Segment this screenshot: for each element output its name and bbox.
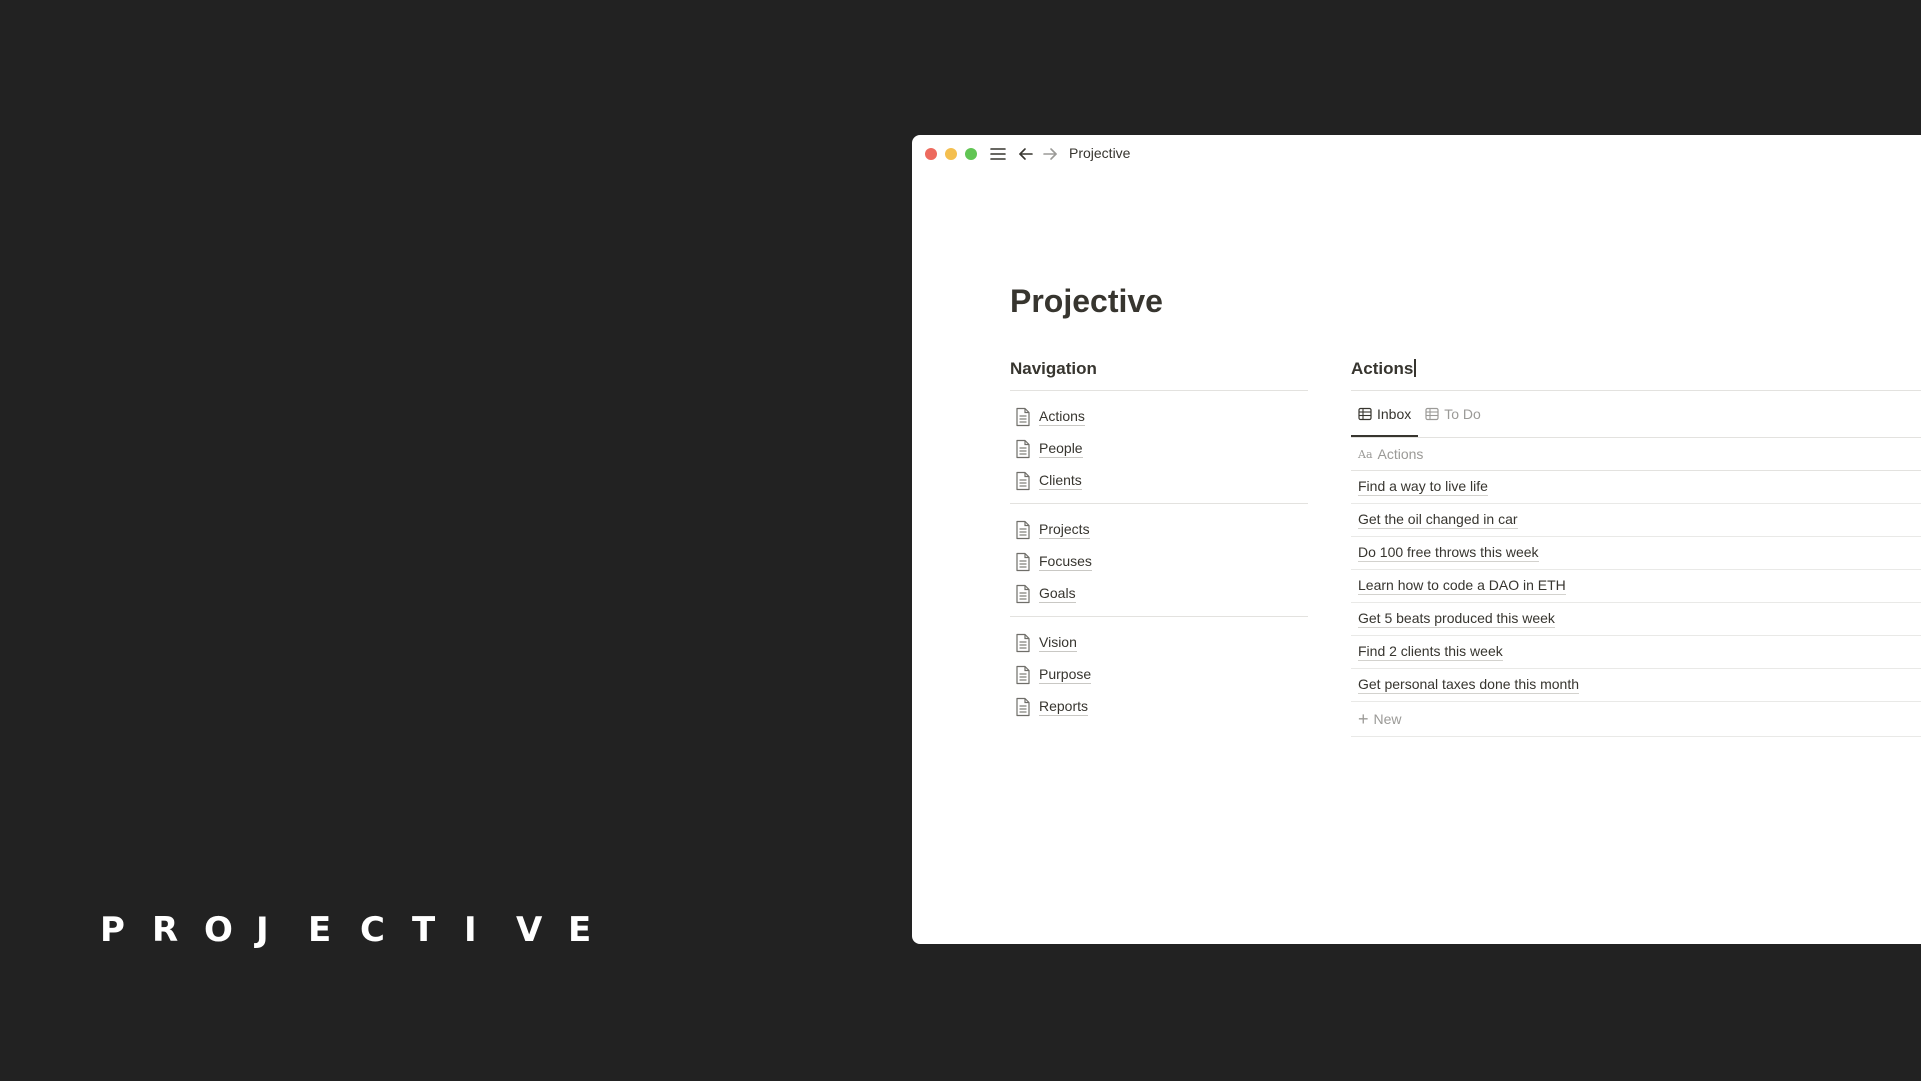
brand-letter: R	[152, 910, 179, 950]
table-icon	[1425, 407, 1439, 421]
nav-item-purpose[interactable]: Purpose	[1010, 659, 1308, 691]
page-icon	[1016, 584, 1030, 604]
title-bar: Projective	[912, 135, 1921, 173]
page-title: Projective	[1010, 283, 1163, 319]
page-icon	[1016, 633, 1030, 653]
window-minimize-button[interactable]	[945, 148, 957, 160]
table-row[interactable]: Find 2 clients this week	[1351, 636, 1921, 669]
brand-letter: C	[360, 910, 385, 950]
tab-label: To Do	[1444, 406, 1481, 422]
page-icon	[1016, 407, 1030, 427]
table-row[interactable]: Get personal taxes done this month	[1351, 669, 1921, 702]
view-tabs: Inbox To Do	[1351, 391, 1921, 438]
column-header-actions[interactable]: Aa Actions	[1351, 438, 1921, 471]
hamburger-menu-icon[interactable]	[988, 144, 1008, 164]
row-title: Learn how to code a DAO in ETH	[1358, 577, 1566, 595]
page-icon	[1016, 697, 1030, 717]
row-title: Find 2 clients this week	[1358, 643, 1503, 661]
tab-label: Inbox	[1377, 406, 1412, 422]
page-icon	[1016, 552, 1030, 572]
brand-letter: J	[256, 910, 269, 950]
new-row-button[interactable]: + New	[1351, 702, 1921, 737]
brand-letter: E	[308, 910, 332, 950]
nav-item-label: Purpose	[1039, 666, 1092, 684]
page-icon	[1016, 439, 1030, 459]
tab-to-do[interactable]: To Do	[1418, 391, 1488, 437]
row-title: Find a way to live life	[1358, 478, 1488, 496]
brand-wordmark: P R O J E C T I V E	[100, 910, 620, 950]
actions-column: Actions Inbox To Do Aa Actions Find a wa…	[1351, 359, 1921, 737]
navigation-heading: Navigation	[1010, 359, 1308, 391]
breadcrumb[interactable]: Projective	[1069, 145, 1130, 161]
row-title: Get 5 beats produced this week	[1358, 610, 1555, 628]
text-property-icon: Aa	[1358, 447, 1373, 461]
nav-item-projects[interactable]: Projects	[1010, 514, 1308, 546]
row-title: Get the oil changed in car	[1358, 511, 1518, 529]
nav-item-vision[interactable]: Vision	[1010, 627, 1308, 659]
nav-group: Actions People Clients	[1010, 391, 1308, 504]
page-icon	[1016, 520, 1030, 540]
brand-letter: O	[204, 910, 233, 950]
table-row[interactable]: Get 5 beats produced this week	[1351, 603, 1921, 636]
text-cursor	[1414, 359, 1416, 377]
table-row[interactable]: Learn how to code a DAO in ETH	[1351, 570, 1921, 603]
brand-letter: P	[100, 910, 125, 950]
nav-item-goals[interactable]: Goals	[1010, 578, 1308, 610]
brand-letter: E	[568, 910, 592, 950]
back-arrow-icon[interactable]	[1016, 144, 1036, 164]
forward-arrow-icon[interactable]	[1040, 144, 1060, 164]
table-row[interactable]: Do 100 free throws this week	[1351, 537, 1921, 570]
table-icon	[1358, 407, 1372, 421]
nav-item-actions[interactable]: Actions	[1010, 401, 1308, 433]
row-title: Do 100 free throws this week	[1358, 544, 1539, 562]
window-close-button[interactable]	[925, 148, 937, 160]
nav-item-label: People	[1039, 440, 1083, 458]
nav-group: Projects Focuses Goals	[1010, 504, 1308, 617]
brand-letter: I	[464, 910, 477, 950]
nav-item-label: Actions	[1039, 408, 1085, 426]
actions-heading[interactable]: Actions	[1351, 359, 1921, 391]
plus-icon: +	[1358, 708, 1369, 729]
nav-item-reports[interactable]: Reports	[1010, 691, 1308, 723]
column-header-label: Actions	[1377, 446, 1424, 462]
nav-item-label: Goals	[1039, 585, 1076, 603]
page-icon	[1016, 665, 1030, 685]
nav-item-label: Reports	[1039, 698, 1089, 716]
app-window: Projective Projective Navigation Actions…	[912, 135, 1921, 944]
navigation-column: Navigation Actions People Clients Projec…	[1010, 359, 1308, 729]
new-row-label: New	[1373, 711, 1402, 727]
nav-item-label: Clients	[1039, 472, 1082, 490]
nav-item-focuses[interactable]: Focuses	[1010, 546, 1308, 578]
brand-letter: T	[412, 910, 436, 950]
row-title: Get personal taxes done this month	[1358, 676, 1580, 694]
nav-item-label: Vision	[1039, 634, 1077, 652]
nav-item-clients[interactable]: Clients	[1010, 465, 1308, 497]
table-row[interactable]: Find a way to live life	[1351, 471, 1921, 504]
table-row[interactable]: Get the oil changed in car	[1351, 504, 1921, 537]
nav-item-label: Focuses	[1039, 553, 1092, 571]
page-icon	[1016, 471, 1030, 491]
nav-item-label: Projects	[1039, 521, 1090, 539]
actions-heading-text: Actions	[1351, 359, 1414, 378]
window-maximize-button[interactable]	[965, 148, 977, 160]
tab-inbox[interactable]: Inbox	[1351, 391, 1419, 437]
nav-item-people[interactable]: People	[1010, 433, 1308, 465]
brand-letter: V	[516, 910, 543, 950]
nav-group: Vision Purpose Reports	[1010, 617, 1308, 729]
